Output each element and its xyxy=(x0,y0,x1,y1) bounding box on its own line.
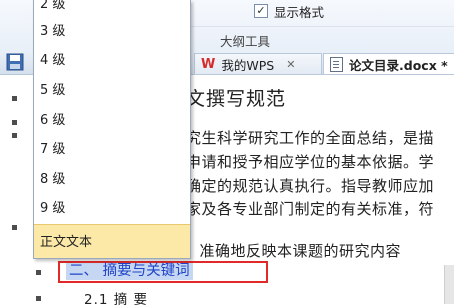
body-text-label: 正文文本 xyxy=(40,235,93,250)
level-9-option[interactable]: 9 级 xyxy=(40,199,65,219)
outline-bullet[interactable] xyxy=(12,96,17,101)
level-5-option[interactable]: 5 级 xyxy=(40,81,65,101)
level-7-option[interactable]: 7 级 xyxy=(40,140,65,160)
ribbon-divider xyxy=(190,26,454,27)
level-6-option[interactable]: 6 级 xyxy=(40,111,65,131)
outline-bullet-expand[interactable] xyxy=(12,225,17,230)
paragraph-line: 申请和授予相应学位的基本依据。学 xyxy=(186,153,435,171)
paragraph-line: 究生科学研究工作的全面总结，是描 xyxy=(186,129,435,147)
tab-thesis-doc[interactable]: 论文目录.docx * xyxy=(323,53,454,74)
body-text-option[interactable]: 正文文本 xyxy=(34,224,190,258)
outline-bullet[interactable] xyxy=(36,270,41,275)
wps-w-icon: W xyxy=(201,56,216,72)
outline-bullet[interactable] xyxy=(12,120,17,125)
level-2-option[interactable]: 2 级 xyxy=(40,0,65,15)
vertical-scrollbar[interactable] xyxy=(444,265,454,304)
tab-my-wps[interactable]: W 我的WPS ✕ xyxy=(194,53,322,74)
save-icon[interactable] xyxy=(6,53,24,71)
show-format-label: 显示格式 xyxy=(274,4,325,20)
outline-tools-group-label: 大纲工具 xyxy=(220,34,271,49)
show-format-checkbox[interactable]: ✓ xyxy=(254,4,268,18)
section-heading: 文撰写规范 xyxy=(186,88,287,110)
tab-thesis-doc-label: 论文目录.docx * xyxy=(349,57,448,73)
level-8-option[interactable]: 8 级 xyxy=(40,170,65,190)
tab-my-wps-label: 我的WPS xyxy=(221,57,275,73)
outline-level-dropdown: 2 级 3 级 4 级 5 级 6 级 7 级 8 级 9 级 正文文本 xyxy=(33,0,191,259)
level-4-option[interactable]: 4 级 xyxy=(40,51,65,71)
outline-bullet[interactable] xyxy=(12,133,17,138)
paragraph-line: 家及各专业部门制定的有关标准，符 xyxy=(186,200,435,218)
close-icon[interactable]: ✕ xyxy=(286,58,295,71)
paragraph-line: 确定的规范认真执行。指导教师应加 xyxy=(186,177,435,195)
level-3-option[interactable]: 3 级 xyxy=(40,22,65,42)
subsection-2-1-heading[interactable]: 2.1 摘 要 xyxy=(84,288,148,308)
document-icon xyxy=(330,56,343,72)
show-format-option[interactable]: ✓ 显示格式 xyxy=(254,2,324,20)
section-2-heading[interactable]: 二、 摘要与关键词 xyxy=(66,263,193,280)
highlight-box: 二、 摘要与关键词 xyxy=(58,261,268,283)
outline-bullet[interactable] xyxy=(36,296,41,301)
